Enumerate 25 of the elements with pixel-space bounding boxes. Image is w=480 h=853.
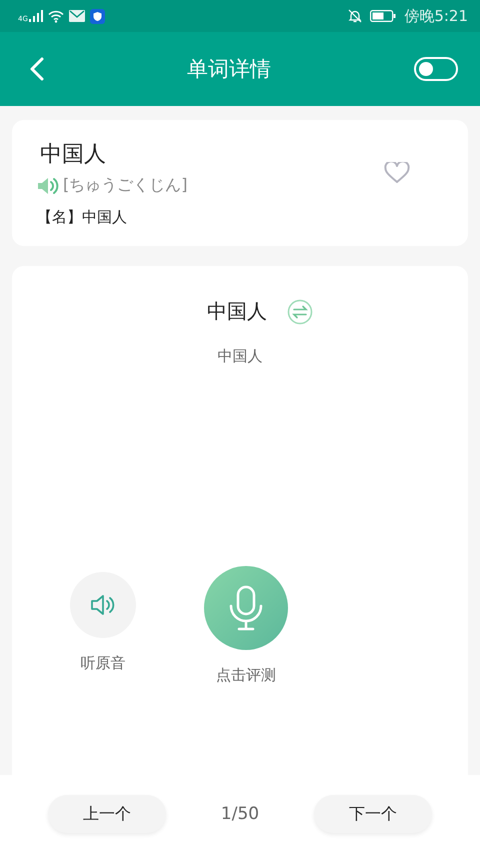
toggle-switch[interactable] (414, 57, 458, 81)
speaker-icon[interactable] (37, 176, 59, 196)
back-icon[interactable] (30, 57, 44, 81)
clock-time: 傍晚5:21 (404, 6, 468, 26)
sentence-text: 中国人 (207, 298, 267, 325)
word-meaning: 【名】中国人 (37, 208, 128, 227)
heart-icon[interactable] (384, 162, 410, 184)
listen-label: 听原音 (80, 654, 126, 673)
signal-icon (28, 10, 43, 22)
wifi-icon (48, 10, 64, 22)
page-position: 1/50 (220, 804, 260, 824)
swap-icon[interactable] (287, 298, 313, 324)
mail-icon (68, 10, 85, 22)
word-reading: [ちゅうごくじん] (63, 175, 188, 196)
record-label: 点击评测 (216, 666, 276, 685)
translation-text: 中国人 (218, 347, 262, 366)
shield-icon (90, 8, 105, 24)
page-title: 单词详情 (187, 56, 271, 83)
bell-off-icon (348, 9, 362, 23)
next-button[interactable]: 下一个 (314, 795, 432, 833)
battery-icon (370, 10, 396, 22)
word-text: 中国人 (40, 141, 107, 169)
speaker-icon (90, 592, 116, 618)
previous-button[interactable]: 上一个 (48, 795, 166, 833)
microphone-icon (229, 585, 263, 631)
